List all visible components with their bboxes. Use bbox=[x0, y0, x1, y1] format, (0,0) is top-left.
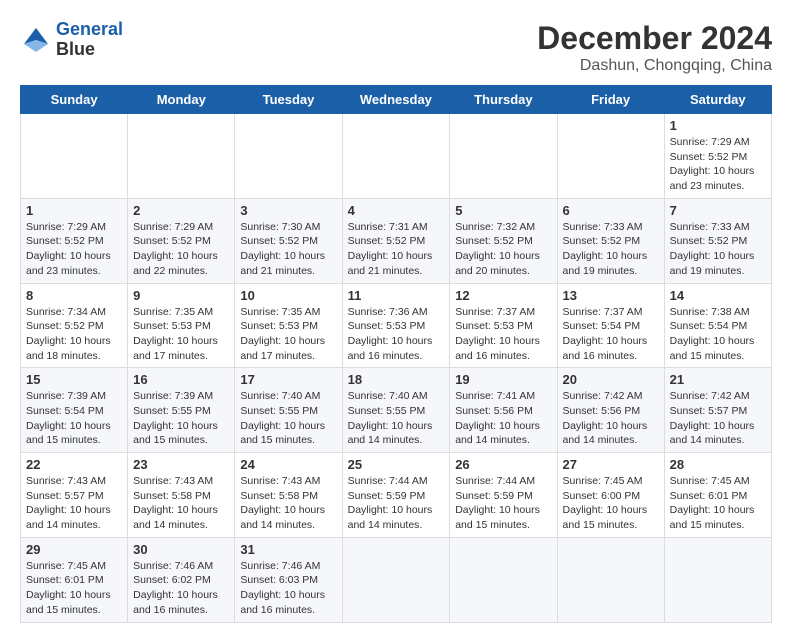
col-wednesday: Wednesday bbox=[342, 86, 450, 114]
logo: General Blue bbox=[20, 20, 123, 60]
logo-line1: General bbox=[56, 19, 123, 39]
col-thursday: Thursday bbox=[450, 86, 557, 114]
table-row bbox=[342, 537, 450, 622]
title-block: December 2024 Dashun, Chongqing, China bbox=[537, 20, 772, 75]
table-row: 5Sunrise: 7:32 AMSunset: 5:52 PMDaylight… bbox=[450, 198, 557, 283]
table-row bbox=[450, 537, 557, 622]
table-row: 1Sunrise: 7:29 AMSunset: 5:52 PMDaylight… bbox=[21, 198, 128, 283]
col-monday: Monday bbox=[128, 86, 235, 114]
table-row: 25Sunrise: 7:44 AMSunset: 5:59 PMDayligh… bbox=[342, 453, 450, 538]
table-row: 4Sunrise: 7:31 AMSunset: 5:52 PMDaylight… bbox=[342, 198, 450, 283]
table-row bbox=[450, 114, 557, 199]
table-row bbox=[664, 537, 771, 622]
table-row: 3Sunrise: 7:30 AMSunset: 5:52 PMDaylight… bbox=[235, 198, 342, 283]
table-row: 18Sunrise: 7:40 AMSunset: 5:55 PMDayligh… bbox=[342, 368, 450, 453]
table-row: 24Sunrise: 7:43 AMSunset: 5:58 PMDayligh… bbox=[235, 453, 342, 538]
logo-line2: Blue bbox=[56, 40, 123, 60]
table-row: 14Sunrise: 7:38 AMSunset: 5:54 PMDayligh… bbox=[664, 283, 771, 368]
calendar-table: Sunday Monday Tuesday Wednesday Thursday… bbox=[20, 85, 772, 623]
table-row: 26Sunrise: 7:44 AMSunset: 5:59 PMDayligh… bbox=[450, 453, 557, 538]
table-row bbox=[557, 114, 664, 199]
table-row: 6Sunrise: 7:33 AMSunset: 5:52 PMDaylight… bbox=[557, 198, 664, 283]
page-header: General Blue December 2024 Dashun, Chong… bbox=[20, 20, 772, 75]
table-row: 1Sunrise: 7:29 AMSunset: 5:52 PMDaylight… bbox=[664, 114, 771, 199]
table-row: 12Sunrise: 7:37 AMSunset: 5:53 PMDayligh… bbox=[450, 283, 557, 368]
table-row: 8Sunrise: 7:34 AMSunset: 5:52 PMDaylight… bbox=[21, 283, 128, 368]
table-row: 17Sunrise: 7:40 AMSunset: 5:55 PMDayligh… bbox=[235, 368, 342, 453]
table-row: 21Sunrise: 7:42 AMSunset: 5:57 PMDayligh… bbox=[664, 368, 771, 453]
table-row: 10Sunrise: 7:35 AMSunset: 5:53 PMDayligh… bbox=[235, 283, 342, 368]
col-sunday: Sunday bbox=[21, 86, 128, 114]
table-row bbox=[21, 114, 128, 199]
col-saturday: Saturday bbox=[664, 86, 771, 114]
table-row: 31Sunrise: 7:46 AMSunset: 6:03 PMDayligh… bbox=[235, 537, 342, 622]
table-row: 22Sunrise: 7:43 AMSunset: 5:57 PMDayligh… bbox=[21, 453, 128, 538]
table-row: 29Sunrise: 7:45 AMSunset: 6:01 PMDayligh… bbox=[21, 537, 128, 622]
table-row: 15Sunrise: 7:39 AMSunset: 5:54 PMDayligh… bbox=[21, 368, 128, 453]
table-row: 19Sunrise: 7:41 AMSunset: 5:56 PMDayligh… bbox=[450, 368, 557, 453]
table-row: 16Sunrise: 7:39 AMSunset: 5:55 PMDayligh… bbox=[128, 368, 235, 453]
table-row: 27Sunrise: 7:45 AMSunset: 6:00 PMDayligh… bbox=[557, 453, 664, 538]
table-row bbox=[128, 114, 235, 199]
calendar-header-row: Sunday Monday Tuesday Wednesday Thursday… bbox=[21, 86, 772, 114]
table-row bbox=[235, 114, 342, 199]
table-row: 2Sunrise: 7:29 AMSunset: 5:52 PMDaylight… bbox=[128, 198, 235, 283]
table-row: 7Sunrise: 7:33 AMSunset: 5:52 PMDaylight… bbox=[664, 198, 771, 283]
table-row: 13Sunrise: 7:37 AMSunset: 5:54 PMDayligh… bbox=[557, 283, 664, 368]
table-row: 28Sunrise: 7:45 AMSunset: 6:01 PMDayligh… bbox=[664, 453, 771, 538]
month-year-title: December 2024 bbox=[537, 20, 772, 57]
table-row bbox=[342, 114, 450, 199]
table-row: 23Sunrise: 7:43 AMSunset: 5:58 PMDayligh… bbox=[128, 453, 235, 538]
table-row: 11Sunrise: 7:36 AMSunset: 5:53 PMDayligh… bbox=[342, 283, 450, 368]
table-row: 20Sunrise: 7:42 AMSunset: 5:56 PMDayligh… bbox=[557, 368, 664, 453]
logo-icon bbox=[20, 24, 52, 56]
logo-text: General Blue bbox=[56, 20, 123, 60]
location-subtitle: Dashun, Chongqing, China bbox=[537, 57, 772, 75]
table-row: 30Sunrise: 7:46 AMSunset: 6:02 PMDayligh… bbox=[128, 537, 235, 622]
col-tuesday: Tuesday bbox=[235, 86, 342, 114]
table-row: 9Sunrise: 7:35 AMSunset: 5:53 PMDaylight… bbox=[128, 283, 235, 368]
col-friday: Friday bbox=[557, 86, 664, 114]
table-row bbox=[557, 537, 664, 622]
